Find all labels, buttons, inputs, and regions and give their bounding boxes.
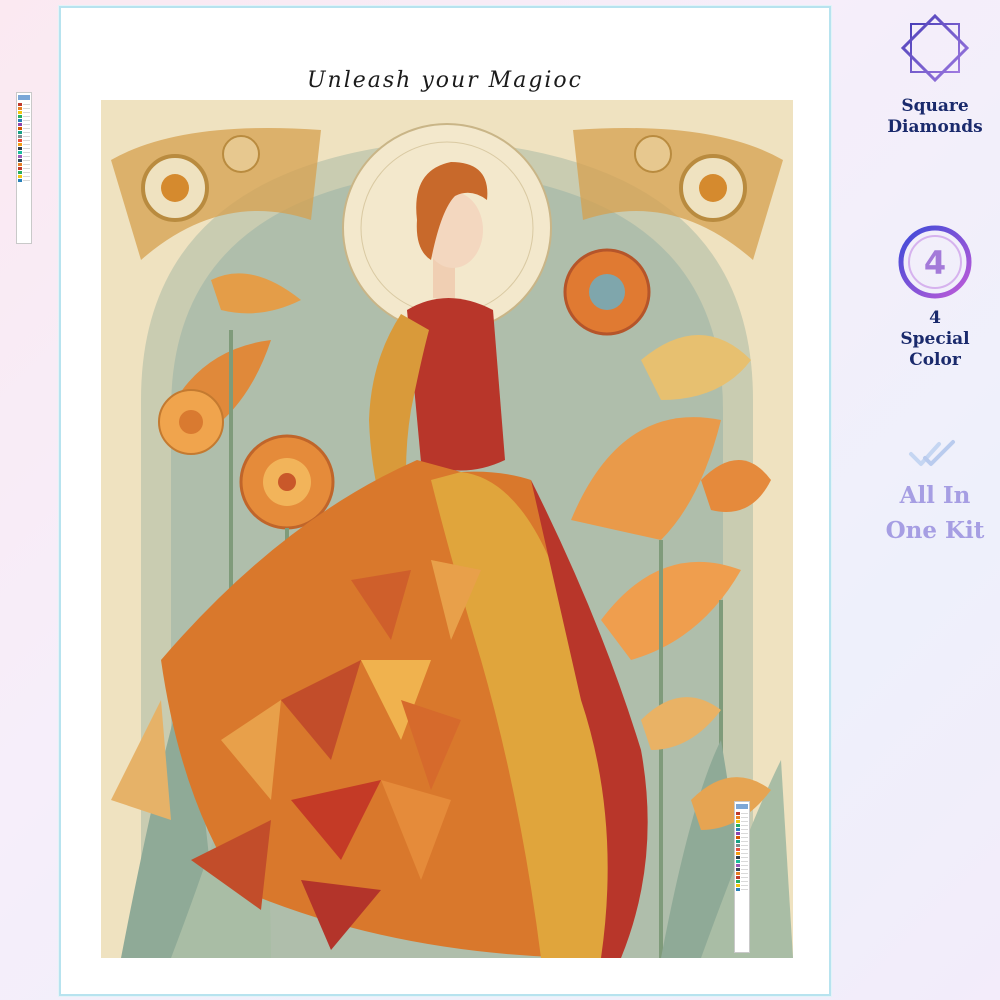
kit-label-line1: All In	[899, 482, 971, 509]
color-label-line3: Color	[909, 350, 961, 370]
square-label-line1: Square	[901, 96, 969, 116]
kit-label-line2: One Kit	[885, 517, 985, 544]
diamond-square-icon	[900, 13, 970, 83]
artwork-painting	[101, 100, 793, 958]
feature-square-diamonds: Square Diamonds	[860, 10, 1000, 138]
color-label-line2: Special	[900, 329, 970, 349]
double-check-icon	[909, 440, 955, 466]
number-four-badge-icon: 4	[898, 225, 972, 299]
product-canvas: Unleash your Magioc	[59, 6, 831, 996]
badge-number: 4	[924, 244, 946, 282]
feature-special-color: 4 4 Special Color	[860, 222, 1000, 371]
square-label-line2: Diamonds	[887, 117, 983, 137]
feature-all-in-one-kit: All In One Kit	[860, 436, 1000, 548]
brand-tagline: Unleash your Magioc	[306, 68, 583, 93]
color-code-chart-top	[16, 92, 32, 244]
color-label-line1: 4	[929, 308, 941, 328]
color-code-chart-bottom	[734, 801, 750, 953]
